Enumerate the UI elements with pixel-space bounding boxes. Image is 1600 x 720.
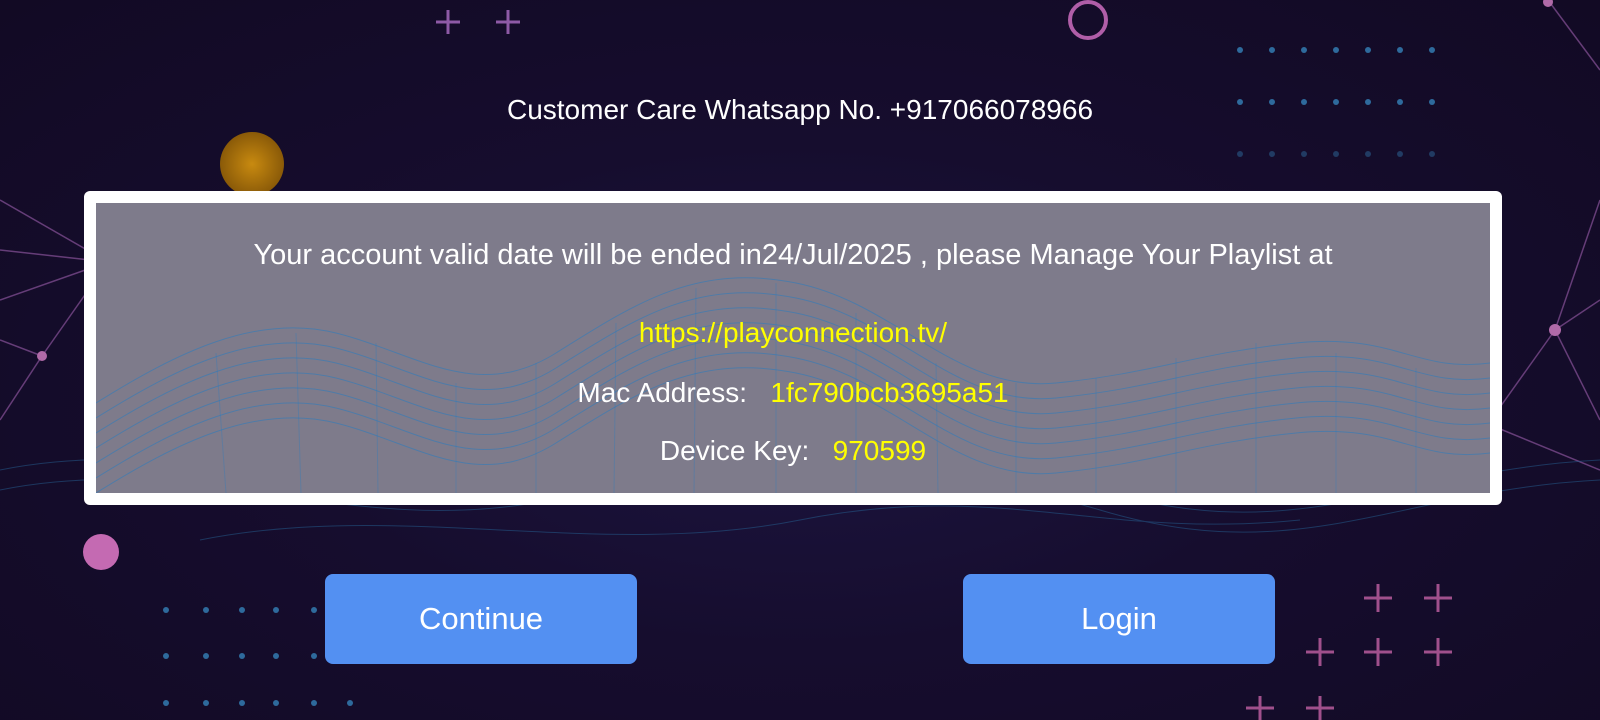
device-key-row: Device Key: 970599 — [96, 435, 1490, 467]
continue-button[interactable]: Continue — [325, 574, 637, 664]
notice-content: Your account valid date will be ended in… — [96, 203, 1490, 493]
playlist-url-link[interactable]: https://playconnection.tv/ — [96, 317, 1490, 349]
expiry-message: Your account valid date will be ended in… — [253, 239, 1333, 271]
account-notice-panel: Your account valid date will be ended in… — [84, 191, 1502, 505]
mac-address-row: Mac Address: 1fc790bcb3695a51 — [96, 377, 1490, 409]
device-key-label: Device Key: — [659, 435, 810, 466]
customer-care-text: Customer Care Whatsapp No. +917066078966 — [506, 94, 1094, 125]
login-button[interactable]: Login — [963, 574, 1275, 664]
mac-address-label: Mac Address: — [577, 377, 748, 408]
mac-address-value: 1fc790bcb3695a51 — [770, 377, 1009, 408]
device-key-value: 970599 — [832, 435, 927, 466]
